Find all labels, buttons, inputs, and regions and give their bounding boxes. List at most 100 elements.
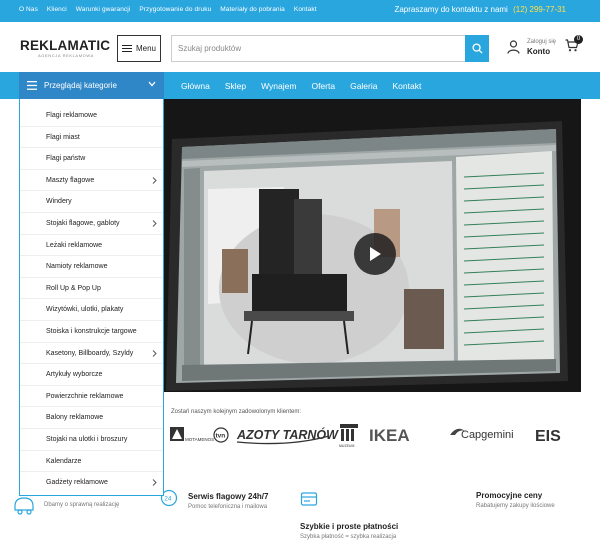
top-link-print-prep[interactable]: Przygotowanie do druku bbox=[139, 6, 211, 13]
nav-link-gallery[interactable]: Galeria bbox=[350, 81, 377, 91]
category-item[interactable]: Flagi państw bbox=[20, 148, 163, 170]
client-logo-motamenos-text: MOTAMENOS bbox=[185, 437, 214, 442]
nav-link-contact[interactable]: Kontakt bbox=[392, 81, 421, 91]
client-logo-ikea-text: IKEA bbox=[369, 426, 410, 445]
category-label: Maszty flagowe bbox=[46, 176, 95, 184]
chevron-down-icon bbox=[148, 81, 156, 87]
categories-dropdown: Flagi reklamowe Flagi miast Flagi państw… bbox=[19, 99, 164, 496]
client-logo-muzeum-text: MUZEUM bbox=[339, 444, 354, 448]
feature-support: Serwis flagowy 24h/7 Pomoc telefoniczna … bbox=[188, 492, 268, 510]
feature-title: Promocyjne ceny bbox=[476, 491, 543, 500]
chevron-right-icon bbox=[152, 220, 157, 227]
category-item[interactable]: Stoiska i konstrukcje targowe bbox=[20, 321, 163, 343]
menu-button[interactable]: Menu bbox=[117, 35, 161, 62]
category-label: Windery bbox=[46, 198, 72, 206]
account-login-label: Zaloguj się bbox=[527, 39, 557, 45]
category-label: Flagi państw bbox=[46, 155, 86, 163]
main-nav: Przeglądaj kategorie Główna Sklep Wynaje… bbox=[0, 72, 600, 99]
search-input[interactable] bbox=[172, 36, 466, 61]
feature-subtitle: Pomoc telefoniczna i mailowa bbox=[188, 504, 268, 510]
chevron-right-icon bbox=[152, 349, 157, 357]
category-item[interactable]: Flagi reklamowe bbox=[20, 105, 163, 127]
category-label: Powierzchnie reklamowe bbox=[46, 392, 124, 400]
category-label: Stoiska i konstrukcje targowe bbox=[46, 328, 137, 335]
feature-delivery-text: Dbamy o sprawną realizację bbox=[44, 499, 119, 508]
top-link-clients[interactable]: Klienci bbox=[47, 6, 67, 13]
shipping-icon bbox=[14, 497, 34, 515]
category-item[interactable]: Namioty reklamowe bbox=[20, 256, 163, 278]
menu-label: Menu bbox=[135, 44, 156, 53]
chevron-right-icon bbox=[152, 479, 157, 487]
client-logo-eis: EIS bbox=[535, 428, 561, 445]
category-item[interactable]: Gadżety reklamowe bbox=[20, 472, 163, 494]
client-logos: MOTAMENOS tvn AZOTY TARNÓW MUZEUM IKEA C… bbox=[170, 424, 561, 448]
account-label: Konto bbox=[527, 47, 551, 56]
feature-title: Serwis flagowy 24h/7 bbox=[188, 492, 269, 501]
top-link-contact[interactable]: Kontakt bbox=[294, 6, 317, 13]
category-label: Leżaki reklamowe bbox=[46, 241, 103, 249]
category-item[interactable]: Kasetony, Billboardy, Szyldy bbox=[20, 343, 163, 365]
category-item[interactable]: Artykuły wyborcze bbox=[20, 364, 163, 386]
logo[interactable]: REKLAMATIC AGENCJA REKLAMOWA bbox=[20, 39, 110, 58]
category-item[interactable]: Powierzchnie reklamowe bbox=[20, 386, 163, 408]
client-logo-capgemini: Capgemini bbox=[450, 428, 514, 441]
play-button[interactable] bbox=[354, 233, 396, 275]
phone-number[interactable]: (12) 299-77-31 bbox=[513, 5, 566, 14]
top-link-about[interactable]: O Nas bbox=[19, 6, 38, 13]
clients-heading: Zostań naszym kolejnym zadowolonym klien… bbox=[171, 409, 302, 415]
category-label: Namioty reklamowe bbox=[46, 263, 108, 271]
client-logo-azoty-text: AZOTY TARNÓW bbox=[236, 427, 339, 442]
category-item[interactable]: Flagi miast bbox=[20, 127, 163, 149]
client-logo-capgemini-text: Capgemini bbox=[461, 429, 514, 441]
client-logo-muzeum: MUZEUM bbox=[339, 424, 358, 448]
category-item[interactable]: Wizytówki, ulotki, plakaty bbox=[20, 299, 163, 321]
header: REKLAMATIC AGENCJA REKLAMOWA Menu Zalogu… bbox=[0, 22, 600, 72]
feature-payment-icon bbox=[300, 490, 318, 513]
category-item[interactable]: Stojaki flagowe, gabloty bbox=[20, 213, 163, 235]
feature-subtitle: Dbamy o sprawną realizację bbox=[44, 502, 120, 508]
svg-text:24: 24 bbox=[164, 496, 172, 503]
cart-button[interactable]: 0 bbox=[565, 35, 583, 57]
search-button[interactable] bbox=[465, 35, 489, 62]
category-label: Stojaki na ulotki i broszury bbox=[46, 436, 128, 443]
logo-tagline: AGENCJA REKLAMOWA bbox=[38, 53, 94, 58]
category-item[interactable]: Kalendarze bbox=[20, 451, 163, 473]
contact-text: Zapraszamy do kontaktu z nami bbox=[394, 5, 508, 14]
client-logo-motamenos: MOTAMENOS bbox=[170, 427, 214, 442]
chevron-right-icon bbox=[152, 176, 157, 184]
browse-categories-button[interactable]: Przeglądaj kategorie bbox=[19, 72, 164, 99]
category-item[interactable]: Maszty flagowe bbox=[20, 170, 163, 192]
category-item[interactable]: Balony reklamowe bbox=[20, 407, 163, 429]
user-icon bbox=[507, 40, 520, 54]
category-label: Gadżety reklamowe bbox=[46, 479, 108, 487]
category-label: Wizytówki, ulotki, plakaty bbox=[46, 306, 124, 314]
feature-subtitle: Rabatujemy zakupy ilościowe bbox=[476, 503, 555, 509]
category-label: Kalendarze bbox=[46, 457, 82, 465]
client-logo-eis-text: EIS bbox=[535, 428, 561, 445]
search-icon bbox=[471, 43, 483, 54]
nav-link-home[interactable]: Główna bbox=[181, 81, 210, 91]
client-logo-azoty: AZOTY TARNÓW bbox=[236, 427, 339, 445]
list-icon bbox=[27, 81, 37, 90]
nav-link-offer[interactable]: Oferta bbox=[311, 81, 335, 91]
category-item[interactable]: Roll Up & Pop Up bbox=[20, 278, 163, 300]
category-item[interactable]: Leżaki reklamowe bbox=[20, 235, 163, 257]
feature-payment: Szybkie i proste płatności Szybka płatno… bbox=[300, 522, 398, 540]
feature-delivery bbox=[12, 494, 36, 521]
feature-subtitle: Szybka płatność = szybka realizacja bbox=[300, 534, 397, 540]
category-item[interactable]: Stojaki na ulotki i broszury bbox=[20, 429, 163, 451]
category-label: Flagi reklamowe bbox=[46, 112, 97, 119]
nav-link-rental[interactable]: Wynajem bbox=[261, 81, 296, 91]
nav-link-shop[interactable]: Sklep bbox=[225, 81, 246, 91]
hamburger-icon bbox=[121, 44, 132, 53]
feature-promo: Promocyjne ceny Rabatujemy zakupy ilości… bbox=[476, 491, 555, 509]
top-link-downloads[interactable]: Materiały do pobrania bbox=[220, 6, 285, 13]
payment-icon bbox=[300, 492, 318, 506]
top-link-warranty[interactable]: Warunki gwarancji bbox=[76, 6, 131, 13]
feature-title: Szybkie i proste płatności bbox=[300, 522, 399, 531]
category-item[interactable]: Windery bbox=[20, 191, 163, 213]
client-logo-tvn: tvn bbox=[213, 427, 229, 443]
play-icon bbox=[370, 247, 381, 261]
hero-video[interactable] bbox=[164, 99, 581, 392]
cart-count-badge: 0 bbox=[574, 35, 583, 44]
